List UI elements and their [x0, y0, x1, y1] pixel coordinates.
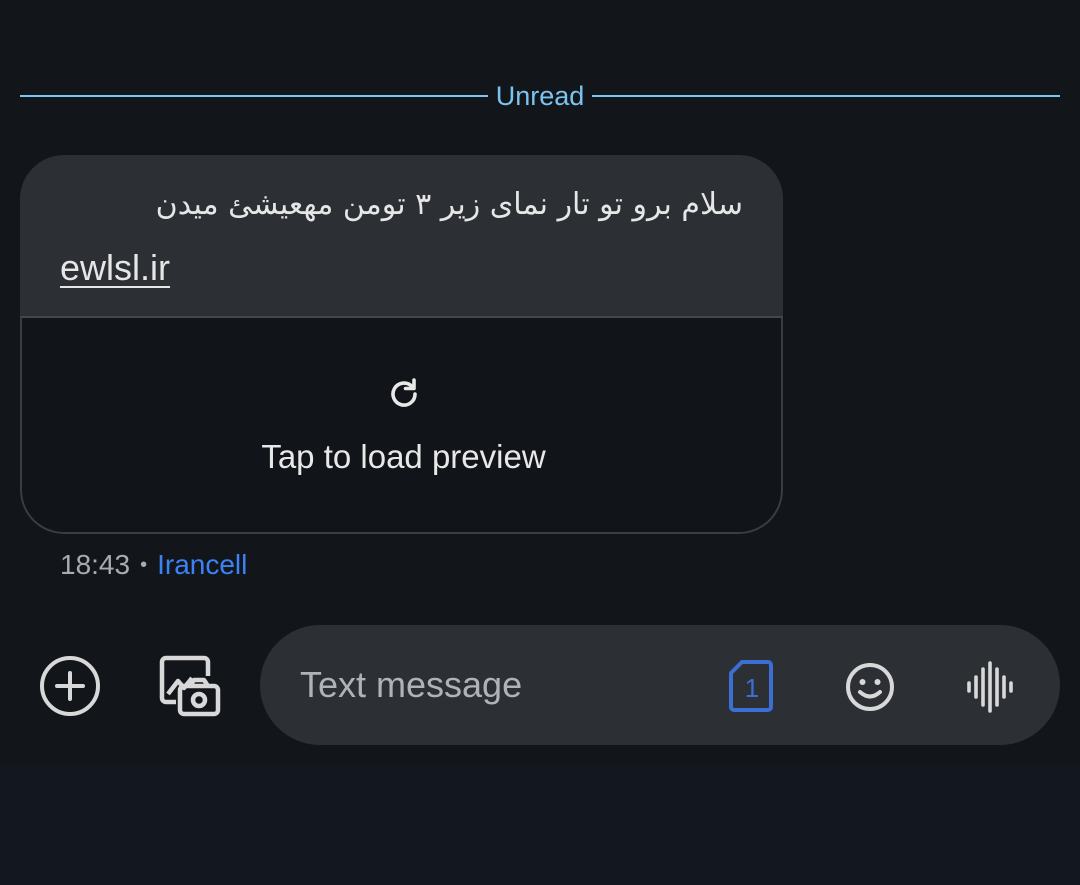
tap-to-load-preview-label: Tap to load preview [261, 438, 546, 475]
add-circle-icon [40, 656, 100, 716]
bottom-inset [0, 765, 1080, 885]
conversation-area: Unread سلام برو تو تار نمای زیر ۳ تومن م… [0, 0, 1080, 765]
divider-line-left [20, 95, 488, 97]
add-attachment-button[interactable] [36, 652, 104, 720]
message-link[interactable]: ewlsl.ir [60, 243, 170, 293]
text-message-input[interactable]: Text message [300, 663, 522, 707]
unread-label: Unread [495, 81, 585, 111]
voice-message-button[interactable] [964, 661, 1014, 713]
emoji-button[interactable] [844, 661, 896, 713]
voice-waveform-icon [967, 661, 1013, 713]
compose-field[interactable]: Text message 1 [260, 625, 1060, 745]
sim-card-icon: 1 [729, 660, 773, 712]
emoji-icon [846, 663, 894, 711]
carrier-label: Irancell [157, 549, 248, 580]
message-text: سلام برو تو تار نمای زیر ۳ تومن مهعیشئ م… [155, 187, 743, 222]
unread-divider: Unread [20, 76, 1060, 116]
sim-number: 1 [745, 673, 759, 703]
divider-line-right [592, 95, 1060, 97]
gallery-camera-icon [159, 655, 221, 717]
message-timestamp: 18:43 [60, 549, 131, 580]
link-preview-card[interactable]: Tap to load preview [20, 316, 783, 534]
meta-separator: • [140, 554, 148, 576]
message-meta: 18:43 • Irancell [60, 545, 247, 585]
reload-icon [391, 378, 417, 407]
message-body: سلام برو تو تار نمای زیر ۳ تومن مهعیشئ م… [20, 155, 783, 316]
gallery-camera-button[interactable] [154, 650, 226, 722]
message-bubble[interactable]: سلام برو تو تار نمای زیر ۳ تومن مهعیشئ م… [20, 155, 783, 534]
sim-select-button[interactable]: 1 [728, 659, 774, 713]
